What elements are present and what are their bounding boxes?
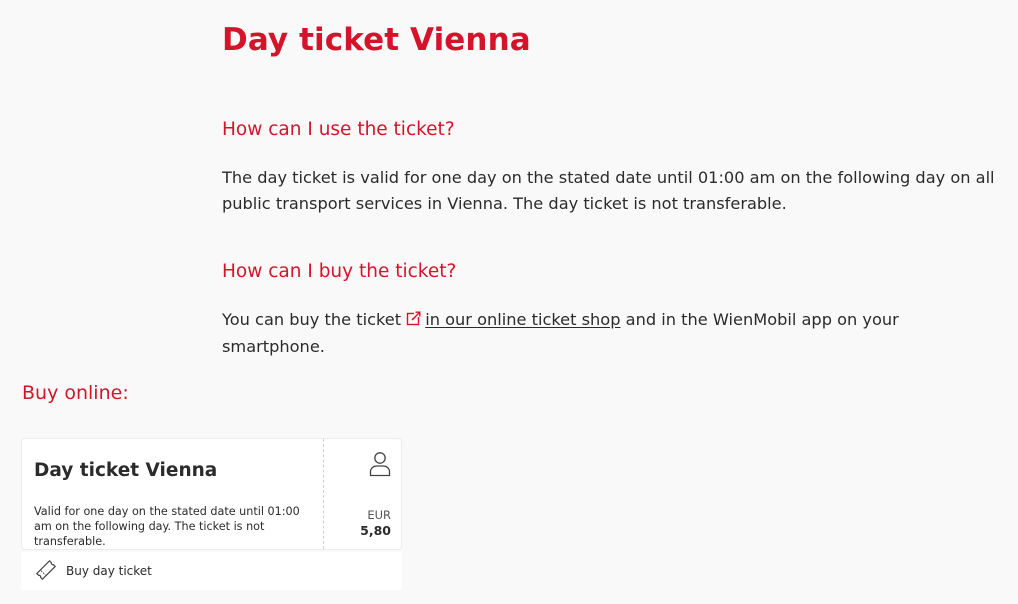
person-icon — [369, 451, 391, 481]
section-heading-use: How can I use the ticket? — [222, 119, 455, 140]
ticket-card-description: Valid for one day on the stated date unt… — [34, 505, 300, 548]
buy-online-heading: Buy online: — [22, 382, 129, 404]
page: Day ticket Vienna How can I use the tick… — [0, 0, 1018, 604]
external-link-icon[interactable] — [406, 308, 422, 334]
section-heading-buy: How can I buy the ticket? — [222, 261, 457, 282]
buy-day-ticket-button[interactable]: Buy day ticket — [21, 552, 402, 590]
ticket-price: 5,80 — [360, 523, 391, 538]
section-text-buy: You can buy the ticket in our online tic… — [222, 307, 922, 360]
ticket-icon — [34, 558, 58, 586]
buy-day-ticket-label: Buy day ticket — [66, 564, 152, 578]
ticket-card[interactable]: Day ticket Vienna Valid for one day on t… — [21, 438, 402, 550]
ticket-currency: EUR — [367, 508, 391, 522]
online-ticket-shop-link[interactable]: in our online ticket shop — [425, 310, 620, 329]
section-text-use: The day ticket is valid for one day on t… — [222, 168, 995, 213]
page-title: Day ticket Vienna — [222, 22, 531, 58]
ticket-card-title: Day ticket Vienna — [34, 460, 218, 481]
buy-text-before: You can buy the ticket — [222, 310, 407, 329]
